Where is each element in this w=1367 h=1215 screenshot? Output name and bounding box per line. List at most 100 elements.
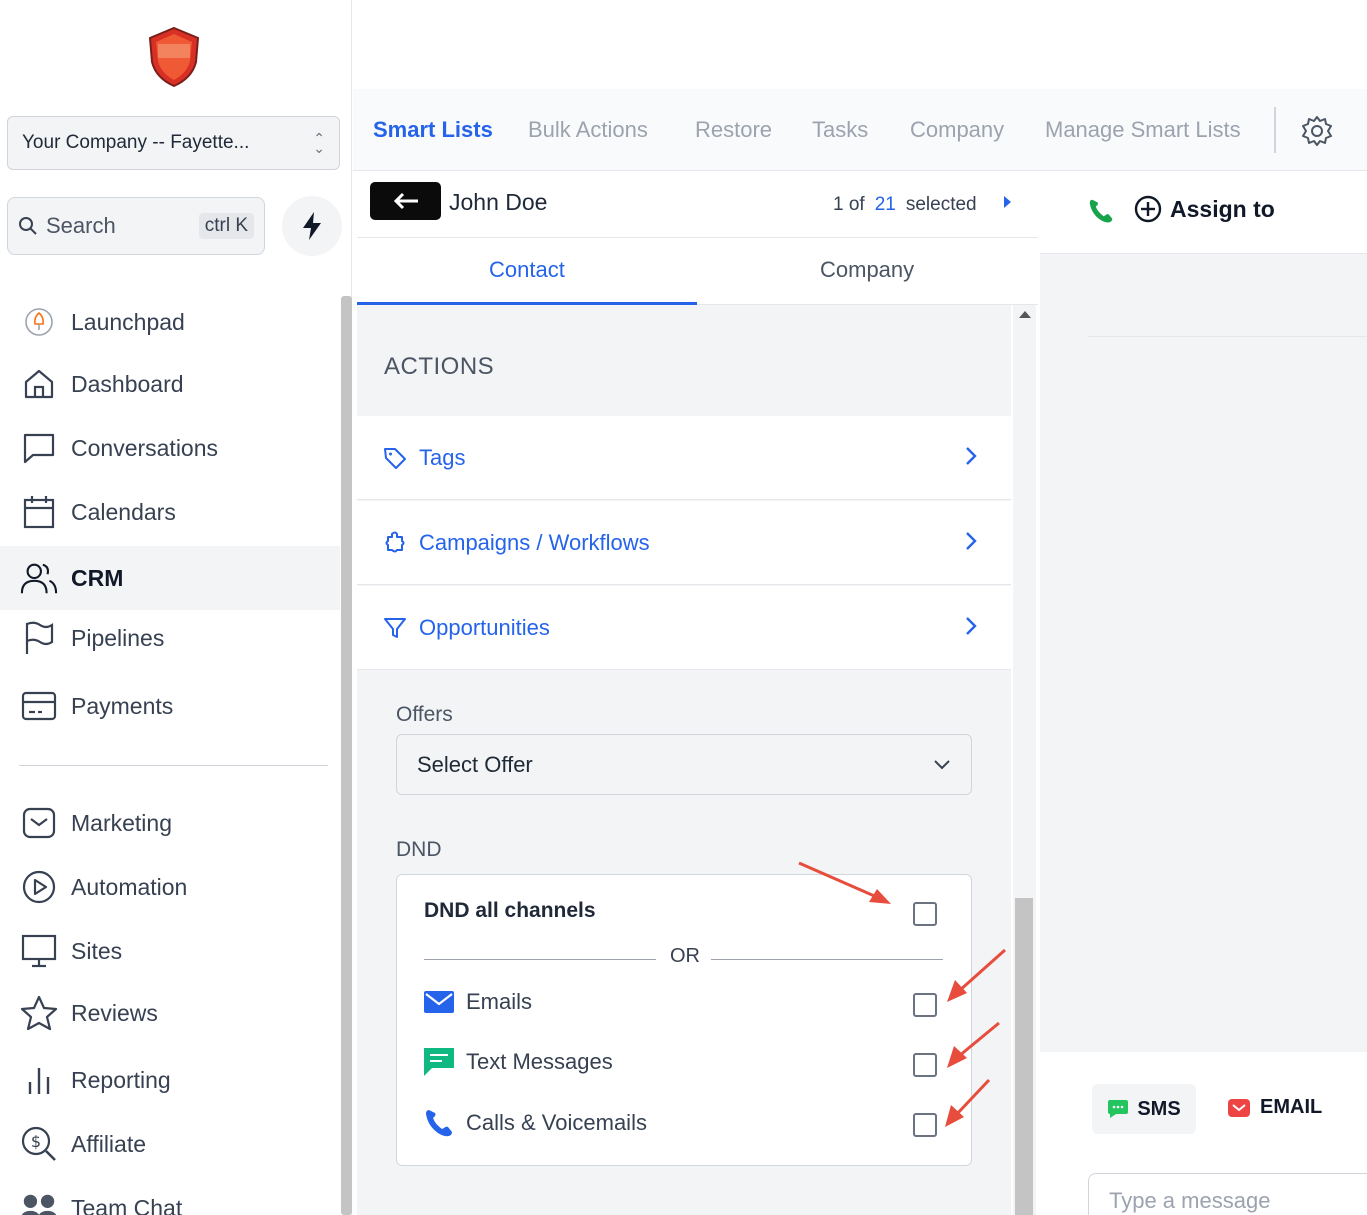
- sidebar-item-label: Dashboard: [71, 370, 184, 397]
- quick-action-button[interactable]: [282, 196, 342, 256]
- sidebar-item-dashboard[interactable]: Dashboard: [0, 352, 340, 416]
- lightning-icon: [303, 212, 321, 240]
- sidebar-item-affiliate[interactable]: $ Affiliate: [0, 1112, 340, 1176]
- sidebar-item-label: Automation: [71, 873, 188, 900]
- sms-icon: [1108, 1100, 1129, 1118]
- panel-scroll-thumb[interactable]: [1015, 898, 1033, 1215]
- tab-bulk-actions[interactable]: Bulk Actions: [528, 117, 648, 143]
- assign-to-button[interactable]: Assign to: [1134, 195, 1275, 223]
- dnd-text-messages-checkbox[interactable]: [913, 1053, 937, 1077]
- conversation-body: [1040, 254, 1367, 1052]
- sidebar-item-marketing[interactable]: Marketing: [0, 791, 340, 855]
- search-input[interactable]: Search ctrl K: [7, 197, 265, 255]
- annotation-arrow-icon: [945, 1078, 991, 1127]
- sidebar-item-sites[interactable]: Sites: [0, 919, 340, 983]
- selection-suffix: selected: [905, 194, 977, 215]
- calendar-icon: [20, 493, 58, 531]
- next-contact-arrow-icon[interactable]: [1004, 196, 1011, 208]
- tab-restore[interactable]: Restore: [695, 117, 772, 143]
- sidebar-item-reviews[interactable]: Reviews: [0, 981, 340, 1045]
- tab-contact[interactable]: Contact: [489, 257, 565, 283]
- top-navigation: Smart Lists Bulk Actions Restore Tasks C…: [353, 89, 1367, 171]
- action-tags[interactable]: Tags: [357, 416, 1011, 500]
- sidebar-divider: [19, 765, 328, 766]
- annotation-arrow-icon: [947, 948, 1006, 1002]
- contact-tabs: Contact Company: [357, 239, 1038, 305]
- sidebar: Your Company -- Fayette... ⌃ ⌄ Search ctr…: [0, 0, 352, 1215]
- conversation-header: Assign to: [1040, 172, 1367, 254]
- sidebar-item-label: Payments: [71, 692, 174, 719]
- dnd-emails-checkbox[interactable]: [913, 993, 937, 1017]
- action-campaigns-workflows[interactable]: Campaigns / Workflows: [357, 501, 1011, 585]
- dnd-label: DND: [396, 838, 442, 861]
- message-placeholder: Type a message: [1109, 1188, 1271, 1213]
- or-divider-right: [711, 959, 943, 960]
- dnd-all-channels-checkbox[interactable]: [913, 902, 937, 926]
- composer: SMS EMAIL Type a message: [1040, 1052, 1367, 1215]
- dnd-calls-checkbox[interactable]: [913, 1113, 937, 1137]
- dnd-text-messages-row: Text Messages: [424, 1048, 613, 1076]
- phone-call-icon[interactable]: [1088, 198, 1114, 224]
- sidebar-scrollbar[interactable]: [341, 296, 352, 1215]
- sidebar-item-team-chat[interactable]: Team Chat: [0, 1176, 340, 1215]
- back-button[interactable]: [370, 182, 441, 220]
- chevron-down-icon: [934, 759, 950, 769]
- sidebar-item-label: Reviews: [71, 999, 158, 1026]
- dnd-emails-row: Emails: [424, 989, 532, 1015]
- action-opportunities[interactable]: Opportunities: [357, 586, 1011, 670]
- offer-select[interactable]: Select Offer: [396, 734, 972, 795]
- search-placeholder: Search: [46, 213, 116, 238]
- contact-header: John Doe 1 of 21 selected: [357, 172, 1038, 238]
- assign-to-label: Assign to: [1170, 195, 1275, 222]
- selection-total[interactable]: 21: [875, 194, 896, 215]
- sms-channel-button[interactable]: SMS: [1092, 1084, 1196, 1134]
- dollar-search-icon: $: [20, 1125, 58, 1163]
- sms-label: SMS: [1137, 1097, 1181, 1120]
- annotation-arrow-icon: [947, 1021, 1000, 1068]
- message-input[interactable]: Type a message: [1088, 1173, 1367, 1215]
- tab-tasks[interactable]: Tasks: [812, 117, 868, 143]
- sidebar-item-automation[interactable]: Automation: [0, 855, 340, 919]
- email-channel-button[interactable]: EMAIL: [1228, 1096, 1322, 1119]
- dnd-emails-label: Emails: [466, 989, 533, 1014]
- tag-icon: [383, 446, 407, 470]
- chat-icon: [20, 429, 58, 467]
- tab-manage-smart-lists[interactable]: Manage Smart Lists: [1045, 117, 1241, 143]
- dnd-settings: DND all channels OR Emails Text Messages…: [396, 874, 972, 1166]
- actions-heading: ACTIONS: [384, 353, 495, 380]
- or-divider-left: [424, 959, 656, 960]
- monitor-icon: [20, 932, 58, 970]
- sidebar-item-label: Launchpad: [71, 308, 185, 335]
- tab-company-details[interactable]: Company: [820, 257, 914, 283]
- play-icon: [20, 868, 58, 906]
- sidebar-item-crm[interactable]: CRM: [0, 546, 340, 610]
- sidebar-item-reporting[interactable]: Reporting: [0, 1048, 340, 1112]
- sidebar-item-label: CRM: [71, 564, 124, 591]
- tab-smart-lists[interactable]: Smart Lists: [373, 117, 493, 143]
- sidebar-item-payments[interactable]: Payments: [0, 674, 340, 738]
- action-label: Campaigns / Workflows: [419, 529, 650, 555]
- chevron-right-icon: [966, 532, 977, 550]
- company-switcher[interactable]: Your Company -- Fayette... ⌃ ⌄: [7, 116, 340, 170]
- mail-icon: [20, 804, 58, 842]
- conversation-divider: [1088, 336, 1367, 337]
- sidebar-item-launchpad[interactable]: Launchpad: [0, 290, 340, 354]
- sidebar-item-conversations[interactable]: Conversations: [0, 416, 340, 480]
- scroll-up-arrow-icon[interactable]: [1019, 311, 1031, 318]
- tab-company[interactable]: Company: [910, 117, 1004, 143]
- sidebar-item-pipelines[interactable]: Pipelines: [0, 606, 340, 670]
- company-logo[interactable]: [146, 26, 202, 88]
- sidebar-item-label: Affiliate: [71, 1130, 147, 1157]
- nav-separator: [1274, 107, 1276, 153]
- action-label: Tags: [419, 444, 466, 470]
- users-icon: [20, 559, 58, 597]
- email-icon: [424, 991, 454, 1013]
- sms-icon: [424, 1048, 454, 1076]
- contact-name: John Doe: [449, 189, 548, 215]
- gear-icon[interactable]: [1301, 115, 1333, 147]
- star-icon: [20, 994, 58, 1032]
- or-label: OR: [670, 945, 700, 967]
- panel-scrollbar[interactable]: [1013, 305, 1036, 1215]
- sidebar-item-calendars[interactable]: Calendars: [0, 480, 340, 544]
- email-label: EMAIL: [1260, 1096, 1323, 1118]
